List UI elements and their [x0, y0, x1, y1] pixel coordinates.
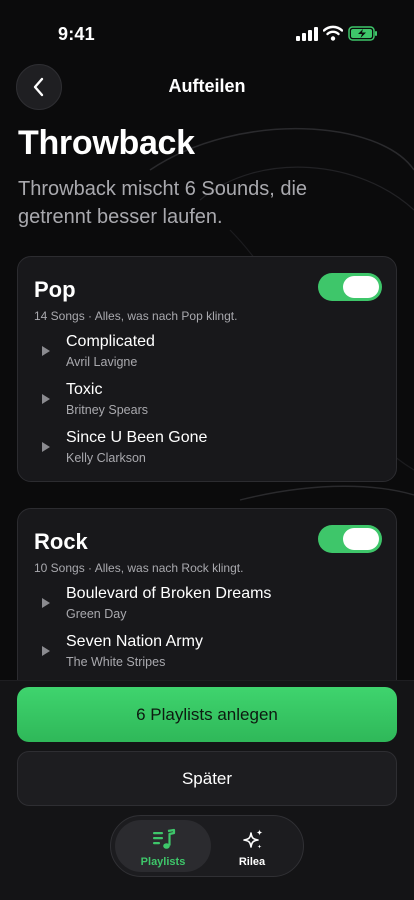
battery-charging-icon: [348, 26, 377, 41]
song-artist: Green Day: [66, 607, 127, 621]
page-title: Throwback: [18, 124, 195, 162]
group-card-rock: Rock 10 Songs · Alles, was nach Rock kli…: [17, 508, 397, 708]
play-icon[interactable]: [41, 393, 51, 405]
song-artist: The White Stripes: [66, 655, 166, 669]
page-subtitle: Throwback mischt 6 Sounds, die getrennt …: [18, 178, 308, 228]
nav-title: Aufteilen: [168, 76, 246, 96]
status-time: 9:41: [58, 24, 95, 44]
song-title: Boulevard of Broken Dreams: [66, 585, 272, 602]
song-row[interactable]: Complicated Avril Lavigne: [18, 331, 396, 379]
song-artist: Britney Spears: [66, 403, 148, 417]
song-artist: Avril Lavigne: [66, 355, 138, 369]
music-list-icon: [153, 828, 176, 849]
play-icon[interactable]: [41, 645, 51, 657]
tab-label: Rilea: [238, 856, 266, 868]
song-row[interactable]: Toxic Britney Spears: [18, 379, 396, 427]
song-list: Complicated Avril Lavigne Toxic Britney …: [18, 331, 396, 475]
status-bar: 9:41: [0, 0, 414, 60]
song-title: Toxic: [66, 381, 103, 398]
tab-rilea[interactable]: Rilea: [204, 820, 300, 872]
play-icon[interactable]: [41, 441, 51, 453]
play-icon[interactable]: [41, 345, 51, 357]
song-title: Since U Been Gone: [66, 429, 208, 446]
group-meta: 14 Songs · Alles, was nach Pop klingt.: [34, 309, 238, 323]
song-list: Boulevard of Broken Dreams Green Day Sev…: [18, 583, 396, 679]
tab-playlists[interactable]: Playlists: [115, 820, 211, 872]
tab-label: Playlists: [140, 856, 186, 868]
cellular-signal-icon: [296, 27, 318, 41]
song-title: Complicated: [66, 333, 155, 350]
song-row[interactable]: Seven Nation Army The White Stripes: [18, 631, 396, 679]
group-meta: 10 Songs · Alles, was nach Rock klingt.: [34, 561, 244, 575]
song-row[interactable]: Boulevard of Broken Dreams Green Day: [18, 583, 396, 631]
group-name: Pop: [34, 277, 76, 302]
song-row[interactable]: Since U Been Gone Kelly Clarkson: [18, 427, 396, 475]
play-icon[interactable]: [41, 597, 51, 609]
create-playlists-button[interactable]: 6 Playlists anlegen: [17, 687, 397, 742]
group-card-pop: Pop 14 Songs · Alles, was nach Pop kling…: [17, 256, 397, 482]
group-toggle[interactable]: [318, 525, 382, 553]
sparkles-icon: [243, 829, 263, 849]
group-name: Rock: [34, 529, 88, 554]
tab-bar: Playlists Rilea: [110, 815, 304, 877]
song-title: Seven Nation Army: [66, 633, 203, 650]
toggle-knob: [343, 528, 379, 550]
wifi-icon: [323, 25, 343, 41]
toggle-knob: [343, 276, 379, 298]
song-artist: Kelly Clarkson: [66, 451, 146, 465]
later-button[interactable]: Später: [17, 751, 397, 806]
group-toggle[interactable]: [318, 273, 382, 301]
